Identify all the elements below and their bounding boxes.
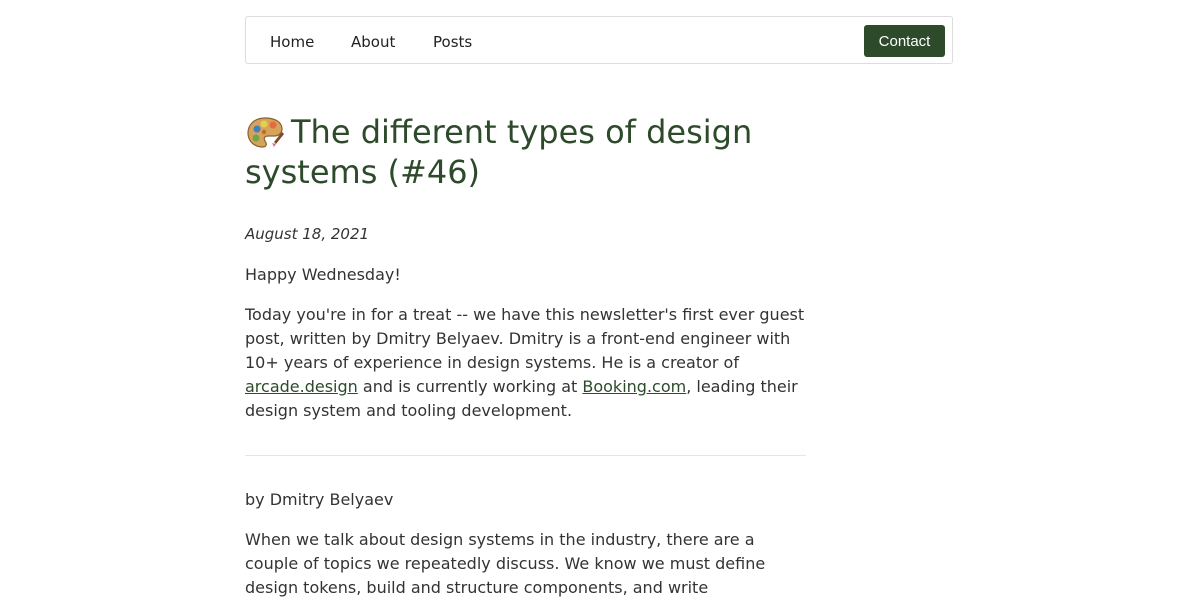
page: Home About Posts Contact The different t…: [0, 0, 1200, 600]
nav-about-link[interactable]: About: [351, 33, 395, 51]
contact-button[interactable]: Contact: [864, 25, 945, 57]
nav-posts-link[interactable]: Posts: [433, 33, 472, 51]
greeting-paragraph: Happy Wednesday!: [245, 265, 401, 284]
byline: by Dmitry Belyaev: [245, 490, 394, 509]
intro-text-part-1: Today you're in for a treat -- we have t…: [245, 305, 805, 372]
post-title-text: The different types of design systems (#…: [245, 113, 753, 191]
nav-home-link[interactable]: Home: [270, 33, 314, 51]
top-navigation: Home About Posts Contact: [245, 16, 953, 64]
post-title: The different types of design systems (#…: [245, 112, 806, 192]
section-divider: [245, 455, 806, 456]
intro-paragraph: Today you're in for a treat -- we have t…: [245, 303, 806, 423]
body-paragraph: When we talk about design systems in the…: [245, 530, 766, 597]
intro-text-part-2: and is currently working at: [357, 377, 583, 396]
post-date: August 18, 2021: [245, 225, 370, 243]
arcade-design-link[interactable]: arcade.design: [245, 377, 358, 396]
article: The different types of design systems (#…: [245, 112, 806, 597]
booking-link[interactable]: Booking.com: [582, 377, 686, 396]
artist-palette-icon: [247, 117, 284, 148]
